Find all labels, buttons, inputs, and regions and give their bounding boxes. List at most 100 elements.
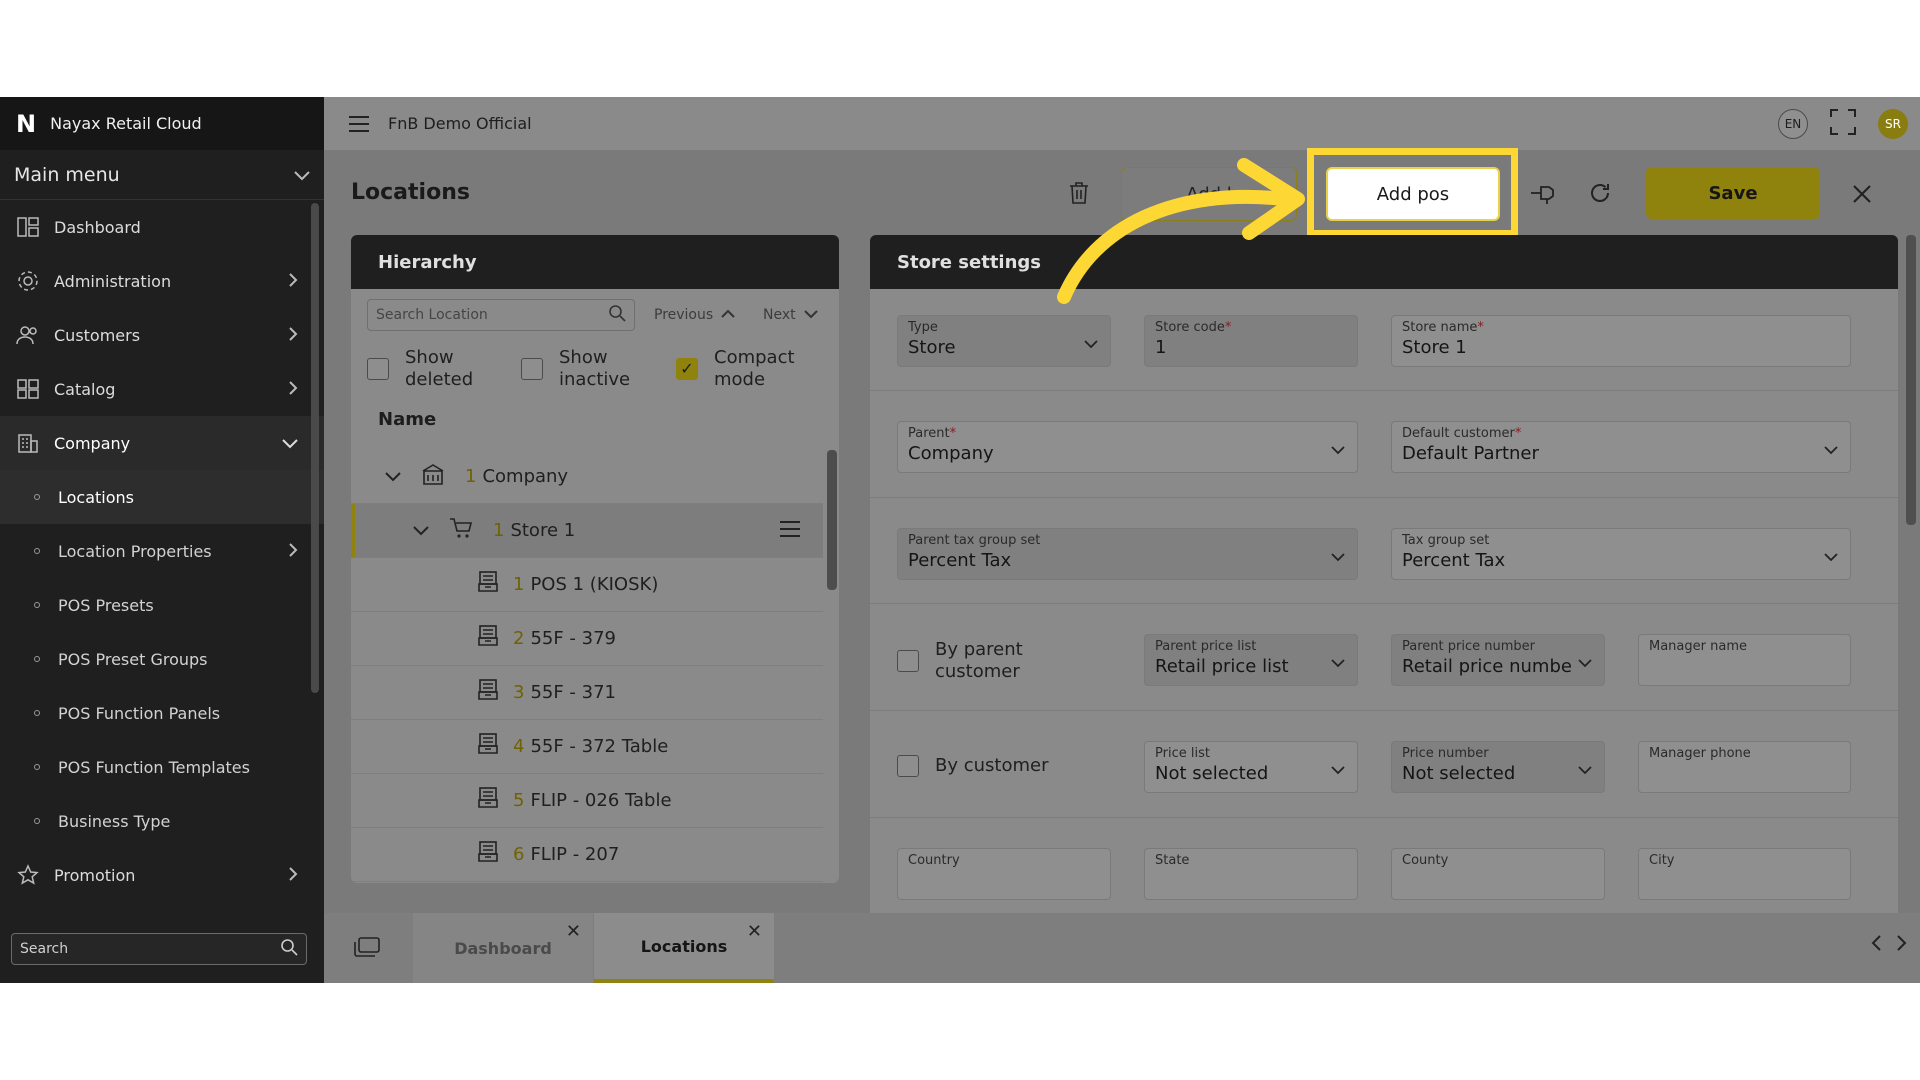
main-scrollbar[interactable] [1906,235,1916,525]
country-field[interactable]: Country [897,848,1111,900]
close-icon[interactable] [1852,184,1872,208]
user-avatar[interactable]: SR [1878,109,1908,139]
manager-name-field[interactable]: Manager name [1638,634,1851,686]
tree-row-pos[interactable]: 1 POS 1 (KIOSK) [351,558,823,612]
previous-button[interactable]: Previous [654,307,735,323]
checkbox-box[interactable] [521,358,543,380]
parent-price-number-select[interactable]: Parent price number Retail price numbe [1391,634,1605,686]
hierarchy-header: Hierarchy [351,235,839,289]
sidebar-item-promotion[interactable]: Promotion [0,848,324,902]
tree-row-pos[interactable]: 3 55F - 371 [351,666,823,720]
location-search-input[interactable]: Search Location [367,299,635,331]
by-customer-checkbox[interactable]: By customer [897,755,1097,777]
chevron-down-icon [1084,334,1098,353]
search-icon[interactable] [280,938,298,960]
sidebar-item-dashboard[interactable]: Dashboard [0,200,324,254]
checkbox-box[interactable] [897,755,919,777]
windows-icon[interactable] [354,937,380,961]
city-field[interactable]: City [1638,848,1851,900]
by-customer-label: By customer [935,755,1049,776]
show-deleted-checkbox[interactable]: Show deleted [367,347,507,391]
chevron-down-icon[interactable] [413,520,429,541]
tutorial-arrow-icon [1057,158,1305,304]
show-inactive-checkbox[interactable]: Show inactive [521,347,661,391]
save-button[interactable]: Save [1646,167,1820,219]
location-tree: 1 Company 1 Store 1 1 POS 1 (KIOSK) 2 55… [351,450,823,882]
tree-row-store[interactable]: 1 Store 1 [351,504,823,558]
divider [870,710,1898,711]
close-tab-icon[interactable]: ✕ [747,921,762,942]
checkbox-box[interactable] [367,358,389,380]
tree-row-pos[interactable]: 5 FLIP - 026 Table [351,774,823,828]
store-code-field[interactable]: Store code* 1 [1144,315,1358,367]
sidebar-item-catalog[interactable]: Catalog [0,362,324,416]
chevron-right-icon [288,542,298,562]
tree-row-pos[interactable]: 2 55F - 379 [351,612,823,666]
compact-mode-checkbox[interactable]: ✓ Compact mode [676,347,826,391]
checkbox-box[interactable] [897,650,919,672]
parent-tax-group-set-select[interactable]: Parent tax group set Percent Tax [897,528,1358,580]
sidebar-item-administration[interactable]: Administration [0,254,324,308]
page-title: Locations [351,180,470,205]
highlight-box [1307,148,1518,237]
language-switcher[interactable]: EN [1778,109,1808,139]
row-menu-icon[interactable] [779,520,801,543]
sidebar-item-label: Dashboard [54,217,141,237]
type-select[interactable]: Type Store [897,315,1111,367]
fullscreen-icon[interactable] [1830,109,1856,139]
next-button[interactable]: Next [763,307,818,323]
refresh-icon[interactable] [1588,181,1612,209]
field-label: Parent price number [1402,639,1535,654]
sidebar-subitem-pos-presets[interactable]: POS Presets [0,578,324,632]
chevron-down-icon[interactable] [385,466,401,487]
main-menu-label: Main menu [14,163,120,186]
sidebar-scrollbar[interactable] [311,203,319,693]
search-icon[interactable] [608,304,626,326]
default-customer-select[interactable]: Default customer* Default Partner [1391,421,1851,473]
sidebar-subitem-locations[interactable]: Locations [0,470,324,524]
sidebar-subitem-pos-function-templates[interactable]: POS Function Templates [0,740,324,794]
sidebar-subitem-pos-preset-groups[interactable]: POS Preset Groups [0,632,324,686]
hamburger-menu-icon[interactable] [348,115,370,132]
price-number-select[interactable]: Price number Not selected [1391,741,1605,793]
price-list-select[interactable]: Price list Not selected [1144,741,1358,793]
tree-row-pos[interactable]: 6 FLIP - 207 [351,828,823,882]
sidebar-item-company[interactable]: Company [0,416,324,470]
check-icon[interactable]: ✓ [676,358,698,380]
sidebar-item-customers[interactable]: Customers [0,308,324,362]
close-tab-icon[interactable]: ✕ [566,921,581,942]
pin-icon[interactable] [1529,181,1555,209]
sidebar-search-input[interactable]: Search [11,933,307,965]
state-field[interactable]: State [1144,848,1358,900]
row-label: 55F - 371 [530,682,617,703]
manager-phone-field[interactable]: Manager phone [1638,741,1851,793]
sidebar-subitem-location-properties[interactable]: Location Properties [0,524,324,578]
tree-scrollbar[interactable] [827,450,837,590]
sidebar-subitem-business-type[interactable]: Business Type [0,794,324,848]
sidebar-subitem-label: Business Type [58,811,171,831]
chevron-right-icon[interactable] [1896,933,1908,958]
tab-dashboard[interactable]: Dashboard ✕ [413,913,593,983]
field-label: Country [908,853,960,868]
row-label: 55F - 379 [530,628,617,649]
tax-group-set-select[interactable]: Tax group set Percent Tax [1391,528,1851,580]
parent-select[interactable]: Parent* Company [897,421,1358,473]
sidebar-subitem-pos-function-panels[interactable]: POS Function Panels [0,686,324,740]
tree-row-pos[interactable]: 4 55F - 372 Table [351,720,823,774]
pos-terminal-icon [477,733,499,760]
sidebar-item-label: Customers [54,325,141,345]
chevron-down-icon [1331,547,1345,566]
store-name-field[interactable]: Store name* Store 1 [1391,315,1851,367]
main-menu-toggle[interactable]: Main menu [0,150,324,200]
bullet-icon [34,494,40,500]
bullet-icon [34,764,40,770]
parent-price-list-select[interactable]: Parent price list Retail price list [1144,634,1358,686]
store-settings-panel: Store settings Type Store Store code* 1 … [870,235,1898,935]
chevron-left-icon[interactable] [1870,933,1882,958]
tree-row-company[interactable]: 1 Company [351,450,823,504]
tab-locations[interactable]: Locations ✕ [594,913,774,983]
county-field[interactable]: County [1391,848,1605,900]
chevron-down-icon [1824,440,1838,459]
field-label: Parent price list [1155,639,1257,654]
by-parent-customer-checkbox[interactable]: By parent customer [897,639,1097,683]
